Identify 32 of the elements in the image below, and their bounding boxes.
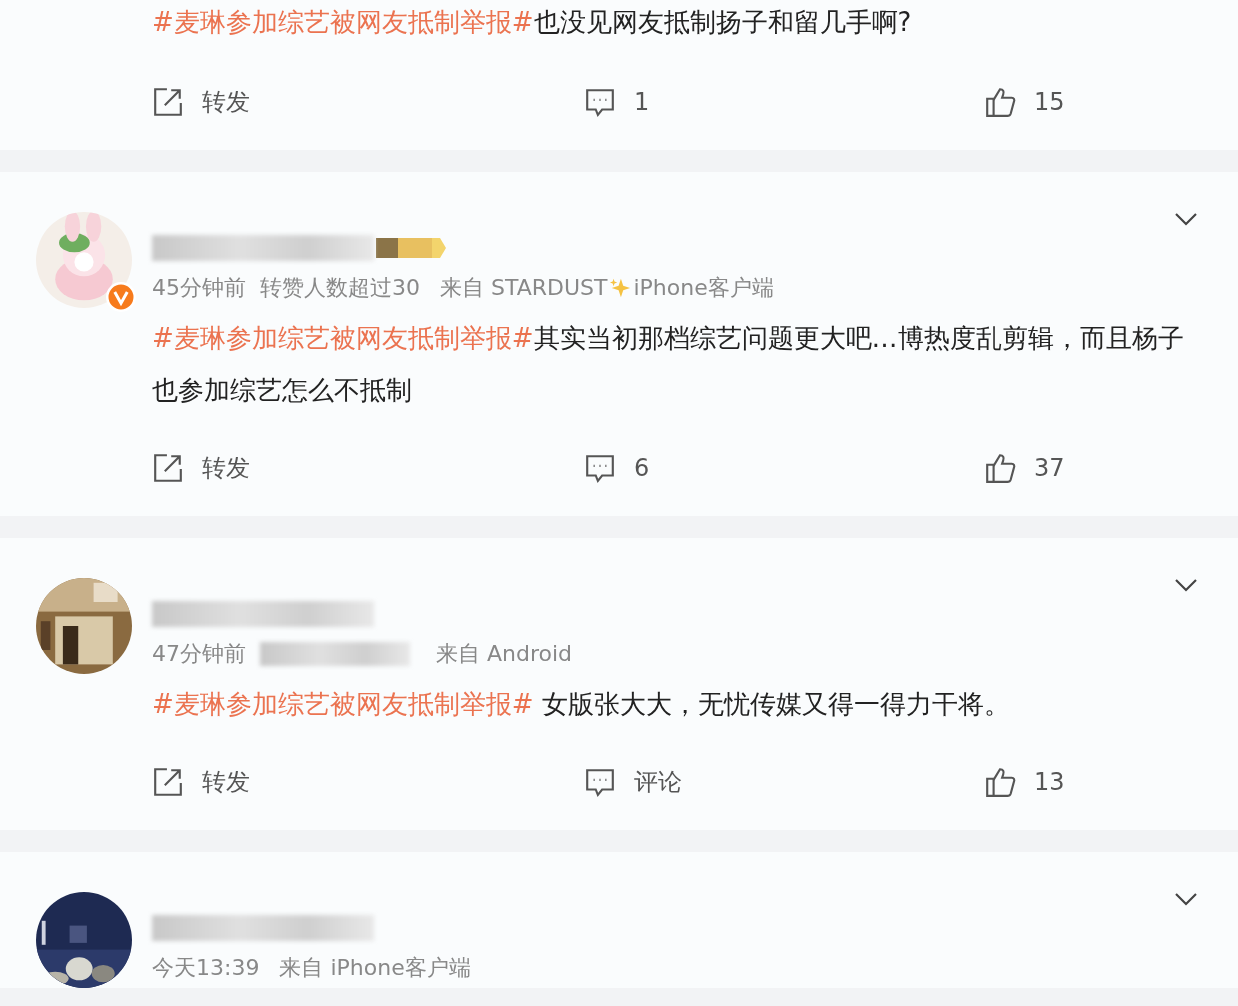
comment-button[interactable]: 评论 bbox=[584, 766, 682, 798]
like-button[interactable]: 13 bbox=[984, 766, 1065, 798]
post-time: 今天13:39 bbox=[152, 954, 260, 982]
chevron-down-icon[interactable] bbox=[1174, 212, 1198, 226]
like-button[interactable]: 15 bbox=[984, 86, 1065, 118]
comment-icon bbox=[584, 452, 616, 484]
post-text: #麦琳参加综艺被网友抵制举报#其实当初那档综艺问题更大吧…博热度乱剪辑，而且杨子也参加综艺怎么不抵制 bbox=[152, 322, 1185, 407]
post-text: #麦琳参加综艺被网友抵制举报# 女版张大大，无忧传媒又得一得力干将。 bbox=[152, 688, 1011, 721]
post-time: 45分钟前 bbox=[152, 274, 246, 302]
comment-icon bbox=[584, 86, 616, 118]
share-icon bbox=[152, 766, 184, 798]
repost-button[interactable]: 转发 bbox=[152, 452, 250, 484]
post-source: 来自 STARDUST bbox=[440, 274, 608, 302]
comment-button[interactable]: 1 bbox=[584, 86, 650, 118]
chevron-down-icon[interactable] bbox=[1174, 892, 1198, 906]
thumbs-up-icon bbox=[984, 452, 1016, 484]
comment-button[interactable]: 6 bbox=[584, 452, 650, 484]
post-time: 47分钟前 bbox=[152, 640, 246, 668]
comment-icon bbox=[584, 766, 616, 798]
post-device: iPhone客户端 bbox=[633, 274, 774, 302]
post-source: 来自 iPhone客户端 bbox=[279, 954, 471, 982]
thumbs-up-icon bbox=[984, 766, 1016, 798]
post-text: #麦琳参加综艺被网友抵制举报#也没见网友抵制扬子和留几手啊? bbox=[152, 6, 913, 39]
repost-button[interactable]: 转发 bbox=[152, 766, 250, 798]
like-button[interactable]: 37 bbox=[984, 452, 1065, 484]
share-icon bbox=[152, 86, 184, 118]
post-source: 来自 Android bbox=[436, 640, 573, 668]
share-icon bbox=[152, 452, 184, 484]
chevron-down-icon[interactable] bbox=[1174, 578, 1198, 592]
repost-button[interactable]: 转发 bbox=[152, 86, 250, 118]
repost-stat: 转赞人数超过30 bbox=[260, 274, 420, 302]
thumbs-up-icon bbox=[984, 86, 1016, 118]
